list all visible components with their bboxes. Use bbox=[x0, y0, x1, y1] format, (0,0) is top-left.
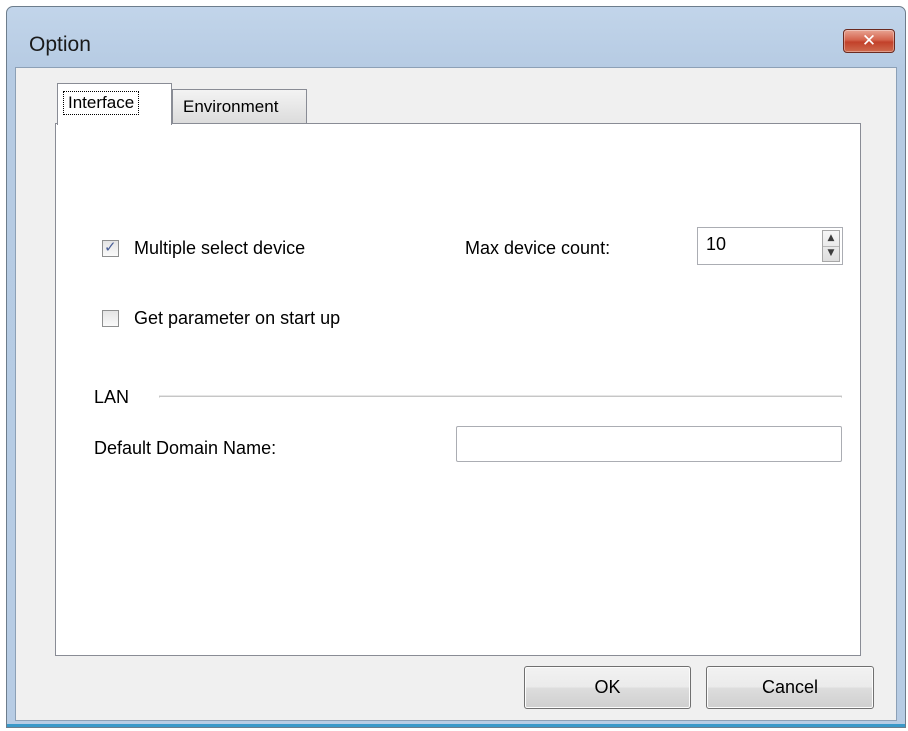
default-domain-name-label: Default Domain Name: bbox=[94, 438, 277, 458]
max-device-count-spinner[interactable]: 10 ▲ ▼ bbox=[697, 227, 843, 265]
dialog-client-area: Interface Environment ✓ Multiple select … bbox=[15, 67, 897, 721]
max-device-count-label: Max device count: bbox=[465, 238, 611, 258]
window-title: Option bbox=[29, 33, 91, 56]
spinner-down-icon[interactable]: ▼ bbox=[823, 246, 839, 261]
ok-button[interactable]: OK bbox=[524, 666, 691, 709]
get-parameter-on-startup-checkbox[interactable] bbox=[102, 310, 119, 327]
lan-group-label: LAN bbox=[94, 387, 130, 407]
lan-group-divider bbox=[159, 396, 842, 398]
close-icon: ✕ bbox=[861, 31, 877, 51]
tab-interface[interactable]: Interface bbox=[57, 83, 172, 125]
cancel-button[interactable]: Cancel bbox=[706, 666, 874, 709]
option-dialog: Option ✕ Interface Environment ✓ Multipl… bbox=[6, 6, 906, 728]
spinner-arrows: ▲ ▼ bbox=[822, 230, 840, 262]
default-domain-name-input[interactable] bbox=[456, 426, 842, 462]
tab-interface-label: Interface bbox=[62, 91, 140, 115]
get-parameter-on-startup-label[interactable]: Get parameter on start up bbox=[134, 307, 340, 329]
checkmark-icon: ✓ bbox=[104, 238, 117, 256]
multiple-select-device-label[interactable]: Multiple select device bbox=[134, 237, 305, 259]
interface-tab-panel: ✓ Multiple select device Max device coun… bbox=[55, 123, 861, 656]
spinner-up-icon[interactable]: ▲ bbox=[823, 231, 839, 247]
title-bar[interactable]: Option ✕ bbox=[7, 7, 905, 67]
max-device-count-value: 10 bbox=[706, 234, 727, 254]
multiple-select-device-checkbox[interactable]: ✓ bbox=[102, 238, 119, 257]
close-button[interactable]: ✕ bbox=[843, 29, 895, 53]
tab-environment-label: Environment bbox=[183, 97, 279, 116]
tab-environment[interactable]: Environment bbox=[172, 89, 307, 123]
